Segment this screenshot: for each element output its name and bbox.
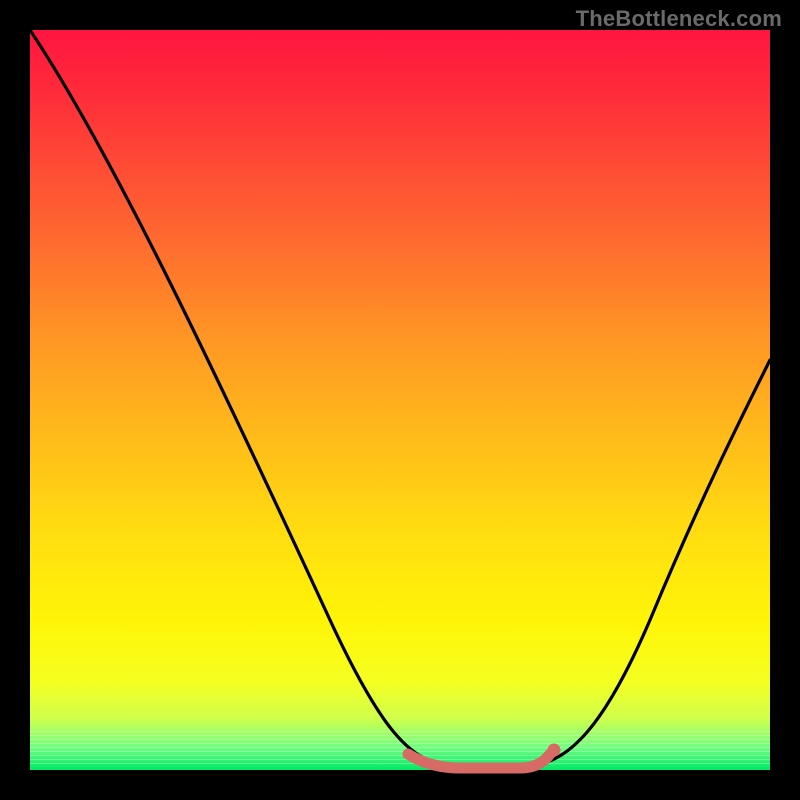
chart-frame: TheBottleneck.com: [0, 0, 800, 800]
trough-highlight: [408, 754, 550, 768]
bottleneck-curve: [30, 30, 770, 770]
curve-path: [30, 30, 770, 766]
watermark-text: TheBottleneck.com: [576, 6, 782, 32]
plot-area: [30, 30, 770, 770]
trough-end-dot: [548, 744, 561, 757]
